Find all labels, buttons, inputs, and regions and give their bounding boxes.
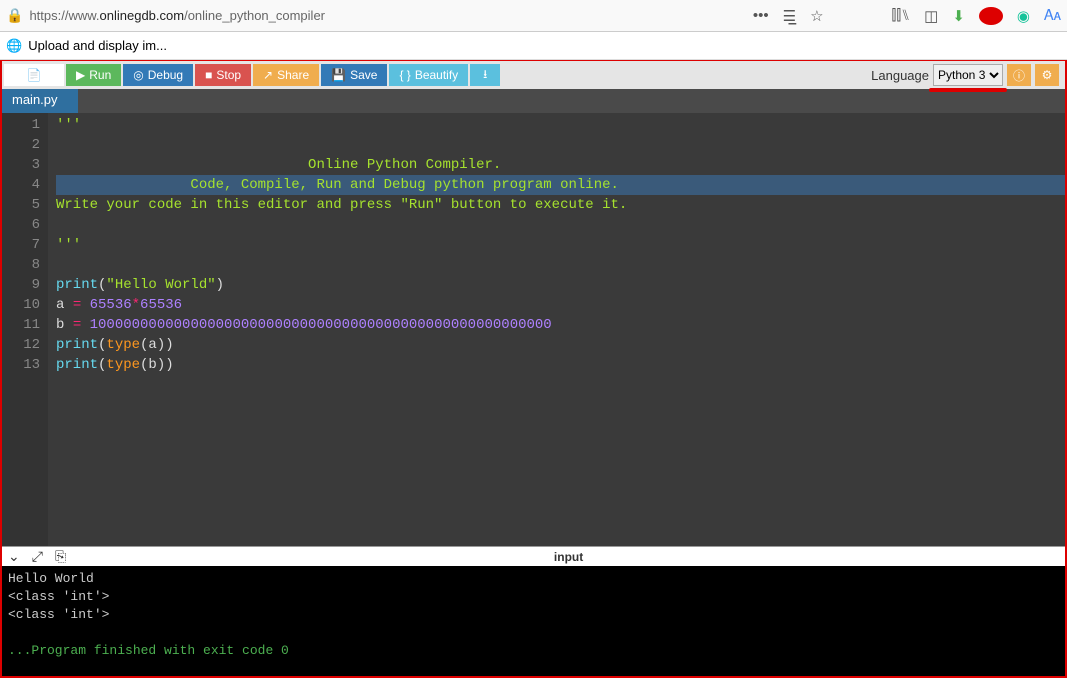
more-icon[interactable]: •••: [753, 7, 769, 24]
share-label: Share: [277, 68, 309, 82]
url-input[interactable]: https://www.onlinegdb.com/online_python_…: [29, 8, 752, 23]
debug-button[interactable]: ◎ Debug: [123, 64, 193, 86]
code-line[interactable]: Online Python Compiler.: [56, 155, 1065, 175]
code-line[interactable]: Write your code in this editor and press…: [56, 195, 1065, 215]
console-line: Hello World: [8, 570, 1059, 588]
code-line[interactable]: print("Hello World"): [56, 275, 1065, 295]
tab-title[interactable]: Upload and display im...: [28, 38, 167, 53]
app-container: 📄 ▶ Run ◎ Debug ■ Stop ↗ Share 💾 Save { } Beau…: [0, 60, 1067, 678]
beautify-button[interactable]: { } Beautify: [389, 64, 468, 86]
browser-tab-strip: 🌐 Upload and display im...: [0, 32, 1067, 60]
editor-tabs: main.py: [2, 89, 1065, 113]
bookmark-star-icon[interactable]: ☆: [810, 7, 823, 25]
line-number: 3: [4, 155, 40, 175]
share-button[interactable]: ↗ Share: [253, 64, 319, 86]
download-button[interactable]: ⭳: [470, 64, 500, 86]
braces-icon: { }: [399, 68, 410, 82]
url-prefix: https://www.: [29, 8, 99, 23]
file-icon: 📄: [27, 68, 42, 82]
info-button[interactable]: ⓘ: [1007, 64, 1031, 86]
lock-icon: 🔒: [6, 7, 23, 24]
stop-button[interactable]: ■ Stop: [195, 64, 251, 86]
line-number: 2: [4, 135, 40, 155]
editor-tab-label: main.py: [12, 92, 58, 107]
globe-icon: 🌐: [6, 38, 22, 54]
save-button[interactable]: 💾 Save: [321, 64, 387, 86]
stop-icon: ■: [205, 68, 212, 82]
debug-label: Debug: [148, 68, 183, 82]
reader-icon[interactable]: ☰̲: [783, 7, 796, 25]
gear-icon: ⚙: [1042, 68, 1053, 82]
save-label: Save: [350, 68, 377, 82]
code-line[interactable]: a = 65536*65536: [56, 295, 1065, 315]
code-editor[interactable]: 12345678910111213 ''' Online Python Comp…: [2, 113, 1065, 546]
code-line[interactable]: [56, 255, 1065, 275]
chevron-down-icon[interactable]: ⌄: [8, 548, 20, 565]
code-area[interactable]: ''' Online Python Compiler. Code, Compil…: [48, 113, 1065, 546]
editor-tab-main[interactable]: main.py: [2, 89, 78, 113]
browser-actions: ••• ☰̲ ☆ ⫿⫿⑊ ◫ ⬇ ◉ 🗛: [753, 7, 1061, 25]
info-icon: ⓘ: [1013, 67, 1025, 84]
new-file-button[interactable]: 📄: [4, 64, 64, 86]
url-path: /online_python_compiler: [184, 8, 325, 23]
library-icon[interactable]: ⫿⫿⑊: [892, 7, 911, 24]
settings-button[interactable]: ⚙: [1035, 64, 1059, 86]
line-number: 7: [4, 235, 40, 255]
beautify-label: Beautify: [415, 68, 458, 82]
code-line[interactable]: ''': [56, 115, 1065, 135]
code-line[interactable]: [56, 215, 1065, 235]
input-label: input: [78, 550, 1059, 564]
line-number: 1: [4, 115, 40, 135]
grammarly-icon[interactable]: ◉: [1017, 7, 1030, 25]
line-number: 5: [4, 195, 40, 215]
code-line[interactable]: ''': [56, 235, 1065, 255]
red-underline-annotation: [929, 88, 1007, 92]
run-button[interactable]: ▶ Run: [66, 64, 121, 86]
run-label: Run: [89, 68, 111, 82]
line-number: 11: [4, 315, 40, 335]
play-icon: ▶: [76, 68, 85, 82]
line-number: 12: [4, 335, 40, 355]
console-exit-line: ...Program finished with exit code 0: [8, 642, 1059, 660]
save-icon: 💾: [331, 68, 346, 82]
language-select[interactable]: Python 3: [933, 64, 1003, 86]
line-number: 9: [4, 275, 40, 295]
translate-icon[interactable]: 🗛: [1044, 7, 1061, 24]
code-line[interactable]: b = 100000000000000000000000000000000000…: [56, 315, 1065, 335]
code-line[interactable]: print(type(a)): [56, 335, 1065, 355]
code-line[interactable]: print(type(b)): [56, 355, 1065, 375]
sidebar-icon[interactable]: ◫: [924, 7, 938, 25]
download-arrow-icon[interactable]: ⬇: [952, 7, 965, 25]
stop-label: Stop: [216, 68, 241, 82]
extension-red-icon[interactable]: [979, 7, 1003, 25]
console-line: <class 'int'>: [8, 588, 1059, 606]
target-icon: ◎: [133, 68, 143, 82]
expand-icon[interactable]: ⤢: [32, 548, 43, 565]
console-line: <class 'int'>: [8, 606, 1059, 624]
line-number: 10: [4, 295, 40, 315]
line-number: 4: [4, 175, 40, 195]
line-number: 6: [4, 215, 40, 235]
download-icon: ⭳: [483, 65, 487, 86]
browser-address-bar: 🔒 https://www.onlinegdb.com/online_pytho…: [0, 0, 1067, 32]
line-number: 13: [4, 355, 40, 375]
line-gutter: 12345678910111213: [2, 113, 48, 546]
url-domain: onlinegdb.com: [100, 8, 185, 23]
console-toolbar: ⌄ ⤢ ⎘ input: [2, 546, 1065, 566]
console-output[interactable]: Hello World<class 'int'><class 'int'> ..…: [2, 566, 1065, 676]
copy-icon[interactable]: ⎘: [55, 548, 66, 565]
code-line[interactable]: [56, 135, 1065, 155]
code-line[interactable]: Code, Compile, Run and Debug python prog…: [56, 175, 1065, 195]
main-toolbar: 📄 ▶ Run ◎ Debug ■ Stop ↗ Share 💾 Save { } Beau…: [2, 61, 1065, 89]
share-icon: ↗: [263, 68, 273, 82]
language-label: Language: [871, 68, 929, 83]
line-number: 8: [4, 255, 40, 275]
